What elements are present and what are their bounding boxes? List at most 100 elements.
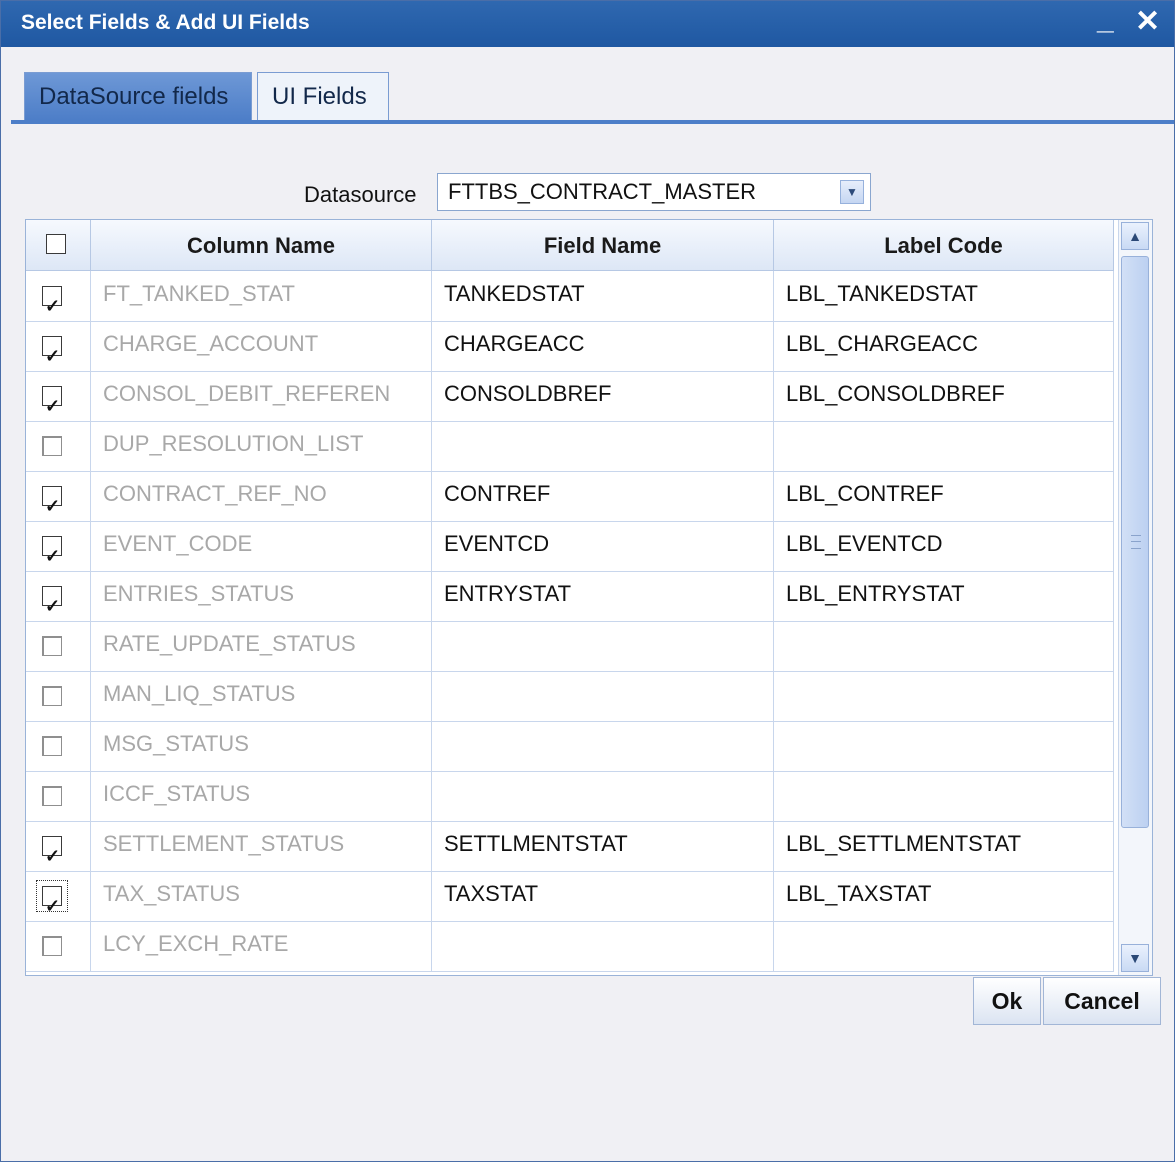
field-name-cell[interactable]: CONSOLDBREF [432,371,774,421]
label-code-cell[interactable] [774,921,1114,971]
label-code-cell[interactable] [774,671,1114,721]
row-checkbox[interactable] [42,383,62,421]
field-name-cell[interactable] [432,421,774,471]
field-name-cell[interactable]: SETTLMENTSTAT [432,821,774,871]
chevron-down-icon[interactable]: ▼ [1121,944,1149,972]
table-row[interactable]: MSG_STATUS [26,721,1114,772]
field-name-header[interactable]: Field Name [432,220,774,270]
field-name-cell[interactable]: TANKEDSTAT [432,271,774,321]
column-name-cell: EVENT_CODE [91,521,432,571]
label-code-cell[interactable]: LBL_EVENTCD [774,521,1114,571]
row-select-cell [26,471,91,521]
column-name-cell: CONTRACT_REF_NO [91,471,432,521]
table-row[interactable]: TAX_STATUSTAXSTATLBL_TAXSTAT [26,871,1114,922]
row-select-cell [26,921,91,971]
vertical-scrollbar[interactable]: ▲ ▼ [1118,220,1152,975]
row-checkbox[interactable] [42,833,62,871]
row-checkbox[interactable] [42,283,62,321]
field-name-cell[interactable] [432,921,774,971]
row-select-cell [26,721,91,771]
table-row[interactable]: DUP_RESOLUTION_LIST [26,421,1114,472]
field-name-cell[interactable]: ENTRYSTAT [432,571,774,621]
row-checkbox[interactable] [42,533,62,571]
label-code-cell[interactable]: LBL_SETTLMENTSTAT [774,821,1114,871]
table-row[interactable]: ICCF_STATUS [26,771,1114,822]
tab-strip: DataSource fields UI Fields [1,47,1174,125]
row-checkbox[interactable] [42,583,62,621]
label-code-cell[interactable]: LBL_TAXSTAT [774,871,1114,921]
label-code-cell[interactable] [774,621,1114,671]
field-name-cell[interactable] [432,721,774,771]
table-row[interactable]: LCY_EXCH_RATE [26,921,1114,972]
field-name-cell[interactable]: CONTREF [432,471,774,521]
label-code-cell[interactable]: LBL_CONTREF [774,471,1114,521]
cancel-button[interactable]: Cancel [1043,977,1161,1025]
column-name-header[interactable]: Column Name [91,220,432,270]
tab-ui-fields[interactable]: UI Fields [257,72,389,120]
scrollbar-thumb[interactable] [1121,256,1149,828]
datasource-select[interactable]: FTTBS_CONTRACT_MASTER ▼ [437,173,871,211]
label-code-cell[interactable] [774,721,1114,771]
field-name-cell[interactable] [432,671,774,721]
row-select-cell [26,771,91,821]
label-code-cell[interactable] [774,421,1114,471]
field-name-cell[interactable] [432,621,774,671]
minimize-button[interactable]: _ [1097,3,1114,37]
ok-button[interactable]: Ok [973,977,1041,1025]
table-row[interactable]: FT_TANKED_STATTANKEDSTATLBL_TANKEDSTAT [26,271,1114,322]
datasource-value: FTTBS_CONTRACT_MASTER [448,179,757,204]
row-checkbox[interactable] [42,636,62,656]
row-checkbox[interactable] [42,883,62,921]
column-name-cell: CHARGE_ACCOUNT [91,321,432,371]
field-name-cell[interactable]: TAXSTAT [432,871,774,921]
table-row[interactable]: RATE_UPDATE_STATUS [26,621,1114,672]
column-name-cell: DUP_RESOLUTION_LIST [91,421,432,471]
grip-icon [1131,535,1141,549]
row-checkbox[interactable] [42,686,62,706]
table-row[interactable]: CONTRACT_REF_NOCONTREFLBL_CONTREF [26,471,1114,522]
row-checkbox[interactable] [42,786,62,806]
chevron-down-icon[interactable]: ▼ [840,180,864,204]
field-name-cell[interactable] [432,771,774,821]
row-checkbox[interactable] [42,333,62,371]
field-name-cell[interactable]: CHARGEACC [432,321,774,371]
dialog-title: Select Fields & Add UI Fields [21,11,310,34]
row-checkbox[interactable] [42,483,62,521]
table-row[interactable]: MAN_LIQ_STATUS [26,671,1114,722]
select-all-header [26,220,91,270]
column-name-cell: MAN_LIQ_STATUS [91,671,432,721]
column-name-cell: SETTLEMENT_STATUS [91,821,432,871]
column-name-cell: FT_TANKED_STAT [91,271,432,321]
label-code-cell[interactable] [774,771,1114,821]
table-row[interactable]: EVENT_CODEEVENTCDLBL_EVENTCD [26,521,1114,572]
label-code-cell[interactable]: LBL_CONSOLDBREF [774,371,1114,421]
column-name-cell: ICCF_STATUS [91,771,432,821]
tab-datasource-fields[interactable]: DataSource fields [24,72,252,120]
label-code-cell[interactable]: LBL_ENTRYSTAT [774,571,1114,621]
row-select-cell [26,571,91,621]
label-code-header[interactable]: Label Code [774,220,1114,270]
label-code-cell[interactable]: LBL_TANKEDSTAT [774,271,1114,321]
table-row[interactable]: CONSOL_DEBIT_REFERENCONSOLDBREFLBL_CONSO… [26,371,1114,422]
chevron-up-icon[interactable]: ▲ [1121,222,1149,250]
select-all-checkbox[interactable] [46,234,66,254]
table-row[interactable]: CHARGE_ACCOUNTCHARGEACCLBL_CHARGEACC [26,321,1114,372]
label-code-cell[interactable]: LBL_CHARGEACC [774,321,1114,371]
table-row[interactable]: SETTLEMENT_STATUSSETTLMENTSTATLBL_SETTLM… [26,821,1114,872]
row-select-cell [26,421,91,471]
tab-divider [11,120,1174,124]
close-button[interactable]: ✕ [1135,5,1160,39]
row-select-cell [26,621,91,671]
column-name-cell: RATE_UPDATE_STATUS [91,621,432,671]
field-name-cell[interactable]: EVENTCD [432,521,774,571]
row-checkbox[interactable] [42,736,62,756]
row-select-cell [26,271,91,321]
column-name-cell: ENTRIES_STATUS [91,571,432,621]
row-checkbox[interactable] [42,436,62,456]
row-select-cell [26,671,91,721]
title-bar: Select Fields & Add UI Fields _ ✕ [1,1,1174,47]
row-select-cell [26,321,91,371]
column-name-cell: MSG_STATUS [91,721,432,771]
row-checkbox[interactable] [42,936,62,956]
table-row[interactable]: ENTRIES_STATUSENTRYSTATLBL_ENTRYSTAT [26,571,1114,622]
